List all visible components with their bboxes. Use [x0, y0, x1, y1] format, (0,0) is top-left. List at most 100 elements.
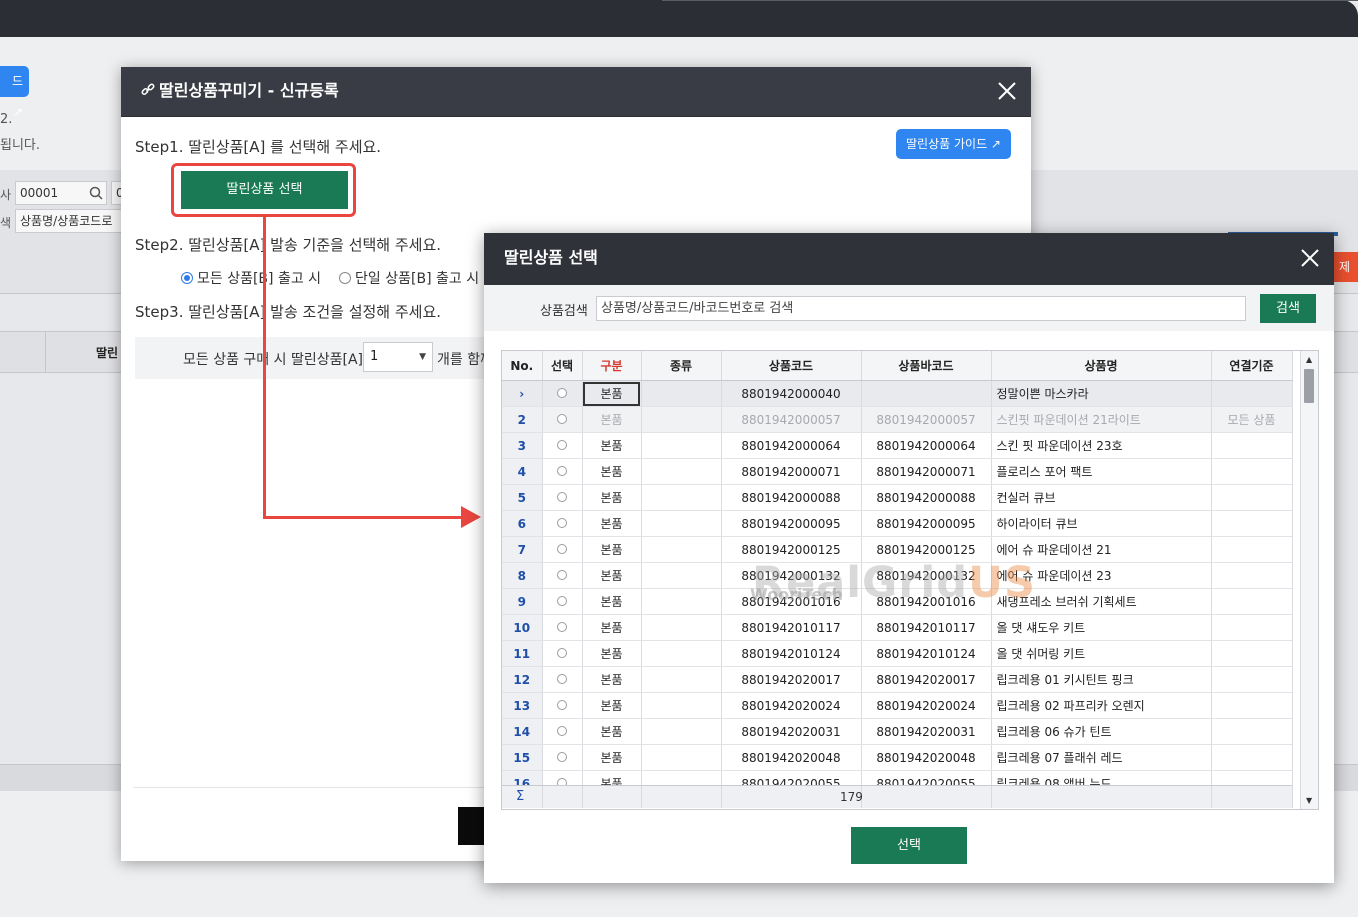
cell-code[interactable]: 8801942000064	[721, 432, 862, 459]
column-header-code[interactable]: 상품코드	[721, 351, 862, 381]
cell-type[interactable]: 본품	[582, 640, 642, 667]
cell-type[interactable]: 본품	[582, 718, 642, 745]
cell-link-basis[interactable]	[1211, 562, 1293, 589]
row-select-radio[interactable]	[542, 510, 583, 537]
cell-code[interactable]: 8801942020017	[721, 666, 862, 693]
row-number[interactable]: 8	[502, 562, 543, 589]
cell-kind[interactable]	[641, 432, 722, 459]
row-select-radio[interactable]	[542, 718, 583, 745]
radio-unchecked-icon[interactable]	[557, 673, 567, 684]
radio-unchecked-icon[interactable]	[557, 439, 567, 450]
vertical-scrollbar[interactable]: ▲ ▼	[1300, 351, 1318, 809]
cell-link-basis[interactable]	[1211, 380, 1293, 407]
cell-link-basis[interactable]	[1211, 614, 1293, 641]
row-number[interactable]: ›	[502, 380, 543, 407]
row-number[interactable]: 12	[502, 666, 543, 693]
cell-kind[interactable]	[641, 718, 722, 745]
cell-code[interactable]: 8801942010124	[721, 640, 862, 667]
radio-single-product[interactable]: 단일 상품[B] 출고 시	[339, 268, 479, 288]
table-row[interactable]: 8 본품 8801942000132 8801942000132 에어 슈 파운데이션 …	[502, 562, 1293, 589]
cell-kind[interactable]	[641, 692, 722, 719]
cell-type[interactable]: 본품	[582, 406, 642, 433]
cell-barcode[interactable]: 8801942010117	[861, 614, 992, 641]
table-row[interactable]: 5 본품 8801942000088 8801942000088 컨실러 큐브	[502, 484, 1293, 511]
table-row[interactable]: 11 본품 8801942010124 8801942010124 올 댓 쉬머링 키트	[502, 640, 1293, 667]
cell-code[interactable]: 8801942000132	[721, 562, 862, 589]
cell-code[interactable]: 8801942000071	[721, 458, 862, 485]
cell-link-basis[interactable]	[1211, 536, 1293, 563]
cell-barcode[interactable]: 8801942020031	[861, 718, 992, 745]
cell-kind[interactable]	[641, 510, 722, 537]
row-number[interactable]: 11	[502, 640, 543, 667]
cell-link-basis[interactable]	[1211, 666, 1293, 693]
scroll-up-icon[interactable]: ▲	[1306, 355, 1312, 364]
cell-name[interactable]: 올 댓 쉬머링 키트	[991, 640, 1212, 667]
cell-kind[interactable]	[641, 666, 722, 693]
radio-unchecked-icon[interactable]	[557, 699, 567, 710]
table-row[interactable]: 13 본품 8801942020024 8801942020024 립크레용 02 파프…	[502, 692, 1293, 719]
radio-unchecked-icon[interactable]	[557, 725, 567, 736]
cell-code[interactable]: 8801942010117	[721, 614, 862, 641]
cell-name[interactable]: 에어 슈 파운데이션 23	[991, 562, 1212, 589]
table-row[interactable]: 3 본품 8801942000064 8801942000064 스킨 핏 파운데이션 …	[502, 432, 1293, 459]
cell-name[interactable]: 플로리스 포어 팩트	[991, 458, 1212, 485]
table-row[interactable]: 7 본품 8801942000125 8801942000125 에어 슈 파운데이션 …	[502, 536, 1293, 563]
cell-link-basis[interactable]	[1211, 510, 1293, 537]
cell-type[interactable]: 본품	[582, 536, 642, 563]
cell-kind[interactable]	[641, 536, 722, 563]
cell-barcode[interactable]: 8801942000095	[861, 510, 992, 537]
row-select-radio[interactable]	[542, 692, 583, 719]
cell-kind[interactable]	[641, 640, 722, 667]
radio-unchecked-icon[interactable]	[557, 491, 567, 502]
radio-unchecked-icon[interactable]	[557, 647, 567, 658]
radio-unchecked-icon[interactable]	[557, 413, 567, 424]
cell-kind[interactable]	[641, 562, 722, 589]
scrollbar-thumb[interactable]	[1304, 369, 1314, 403]
cell-type[interactable]: 본품	[582, 614, 642, 641]
cell-type[interactable]: 본품	[582, 744, 642, 771]
background-delete-button[interactable]: 제	[1331, 252, 1358, 282]
cell-name[interactable]: 립크레용 07 플래쉬 레드	[991, 744, 1212, 771]
scroll-down-icon[interactable]: ▼	[1306, 796, 1312, 805]
cell-barcode[interactable]: 8801942000071	[861, 458, 992, 485]
column-header-no[interactable]: No.	[502, 351, 543, 381]
radio-all-products[interactable]: 모든 상품[B] 출고 시	[181, 268, 321, 288]
cell-code[interactable]: 8801942000125	[721, 536, 862, 563]
cell-type[interactable]: 본품	[582, 692, 642, 719]
radio-unchecked-icon[interactable]	[557, 517, 567, 528]
cell-kind[interactable]	[641, 588, 722, 615]
product-search-input[interactable]	[596, 296, 1246, 321]
column-header-name[interactable]: 상품명	[991, 351, 1212, 381]
cell-barcode[interactable]: 8801942001016	[861, 588, 992, 615]
cell-name[interactable]: 정말이쁜 마스카라	[991, 380, 1212, 407]
cell-barcode[interactable]: 8801942020024	[861, 692, 992, 719]
radio-unchecked-icon[interactable]	[557, 751, 567, 762]
cell-link-basis[interactable]	[1211, 484, 1293, 511]
cell-type[interactable]: 본품	[582, 432, 642, 459]
row-select-radio[interactable]	[542, 406, 583, 433]
cell-barcode[interactable]: 8801942000064	[861, 432, 992, 459]
table-row[interactable]: 4 본품 8801942000071 8801942000071 플로리스 포어 팩트	[502, 458, 1293, 485]
cell-kind[interactable]	[641, 380, 722, 407]
cell-type[interactable]: 본품	[582, 458, 642, 485]
cell-barcode[interactable]: 8801942010124	[861, 640, 992, 667]
background-search-input[interactable]: 상품명/상품코드로	[15, 209, 123, 233]
row-number[interactable]: 15	[502, 744, 543, 771]
confirm-select-button[interactable]: 선택	[851, 827, 967, 864]
cell-name[interactable]: 스킨 핏 파운데이션 23호	[991, 432, 1212, 459]
row-select-radio[interactable]	[542, 536, 583, 563]
cell-link-basis[interactable]	[1211, 432, 1293, 459]
radio-unchecked-icon[interactable]	[339, 272, 352, 284]
cell-name[interactable]: 올 댓 섀도우 키트	[991, 614, 1212, 641]
cell-barcode[interactable]: 8801942020048	[861, 744, 992, 771]
cell-code[interactable]: 8801942020024	[721, 692, 862, 719]
table-row[interactable]: 14 본품 8801942020031 8801942020031 립크레용 06 슈가…	[502, 718, 1293, 745]
row-select-radio[interactable]	[542, 666, 583, 693]
row-select-radio[interactable]	[542, 640, 583, 667]
cell-kind[interactable]	[641, 458, 722, 485]
row-number[interactable]: 5	[502, 484, 543, 511]
row-select-radio[interactable]	[542, 432, 583, 459]
row-number[interactable]: 14	[502, 718, 543, 745]
row-select-radio[interactable]	[542, 562, 583, 589]
cell-type[interactable]: 본품	[582, 562, 642, 589]
